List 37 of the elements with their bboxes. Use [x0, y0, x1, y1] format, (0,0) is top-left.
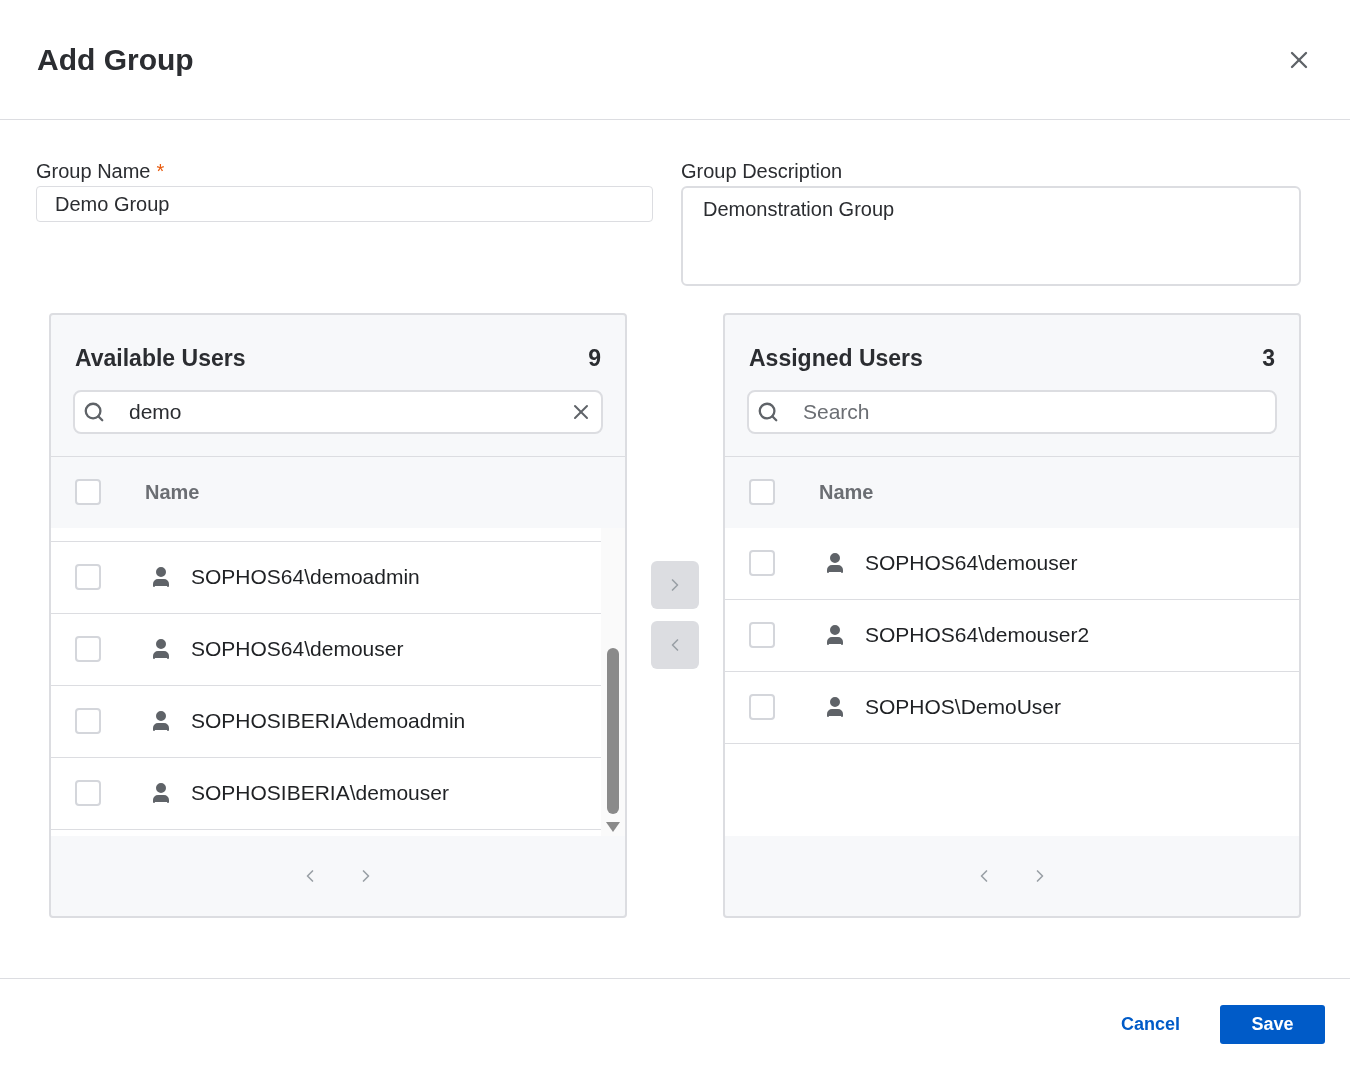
checkbox[interactable] — [75, 780, 101, 806]
search-icon — [757, 400, 779, 423]
search-input[interactable]: demo — [129, 395, 569, 428]
column-header: Name — [819, 480, 874, 505]
required-mark: * — [156, 159, 165, 184]
user-count: 9 — [588, 344, 601, 373]
field-label: Group Description — [681, 159, 844, 184]
search-field[interactable]: Search — [747, 389, 1277, 434]
user-name: SOPHOS\DemoUser — [865, 694, 1062, 721]
cancel-button[interactable]: Cancel — [1120, 1010, 1180, 1038]
checkbox[interactable] — [75, 708, 101, 734]
dialog-title: Add Group — [37, 42, 194, 78]
checkbox[interactable] — [749, 622, 775, 648]
user-name: SOPHOSIBERIA\demouser — [191, 780, 449, 807]
panel-title: Available Users — [75, 344, 246, 373]
user-name: SOPHOS64\demouser — [191, 636, 404, 663]
field-label: Group Name — [36, 159, 151, 184]
checkbox[interactable] — [75, 479, 101, 505]
checkbox[interactable] — [749, 550, 775, 576]
checkbox[interactable] — [749, 694, 775, 720]
search-input[interactable]: Search — [803, 395, 1267, 428]
user-count: 3 — [1262, 344, 1275, 373]
user-name: SOPHOS64\demouser2 — [865, 622, 1090, 649]
checkbox[interactable] — [75, 564, 101, 590]
column-header: Name — [145, 480, 200, 505]
save-button[interactable]: Save — [1220, 1004, 1325, 1044]
checkbox[interactable] — [75, 636, 101, 662]
user-name: SOPHOS64\demoadmin — [191, 564, 420, 591]
scroll-down-icon — [606, 822, 620, 832]
group-name-field[interactable]: Demo Group — [36, 186, 653, 222]
search-field[interactable]: demo — [73, 389, 603, 434]
group-description-field[interactable]: Demonstration Group — [681, 186, 1301, 286]
panel-title: Assigned Users — [749, 344, 923, 373]
user-name: SOPHOS64\demouser — [865, 550, 1078, 577]
checkbox[interactable] — [749, 479, 775, 505]
search-icon — [83, 400, 105, 423]
user-name: SOPHOSIBERIA\demoadmin — [191, 708, 466, 735]
